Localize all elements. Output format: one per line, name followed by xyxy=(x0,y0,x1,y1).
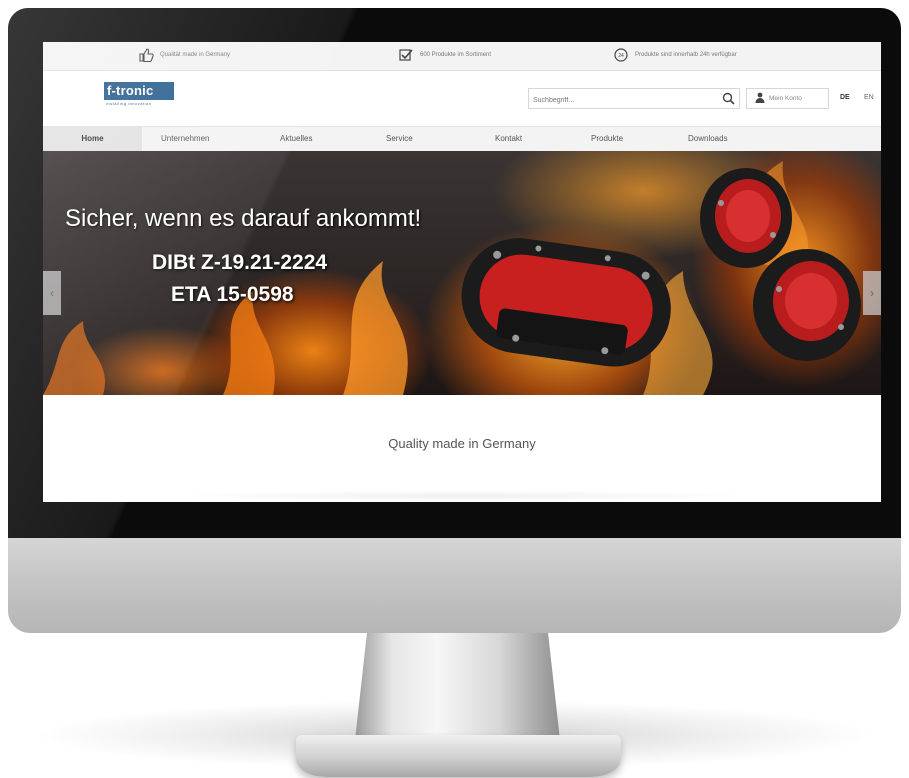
hero-slider: Sicher, wenn es darauf ankommt! DIBt Z-1… xyxy=(43,151,881,395)
nav-item-kontakt[interactable]: Kontakt xyxy=(495,134,522,143)
account-label: Mein Konto xyxy=(769,95,802,102)
nav-item-home[interactable]: Home xyxy=(43,127,142,153)
thumbs-up-icon xyxy=(138,47,154,63)
nav-item-unternehmen[interactable]: Unternehmen xyxy=(161,134,209,143)
usp-products: 600 Produkte im Sortiment xyxy=(398,47,491,63)
monitor-stand-base xyxy=(296,735,621,777)
round-electrical-box-top xyxy=(700,168,792,268)
hero-approval-eta: ETA 15-0598 xyxy=(171,283,294,306)
search-icon[interactable] xyxy=(722,92,735,110)
nav-item-produkte[interactable]: Produkte xyxy=(591,134,623,143)
hero-approval-dibt: DIBt Z-19.21-2224 xyxy=(152,251,328,274)
nav-item-service[interactable]: Service xyxy=(386,134,413,143)
search-box xyxy=(528,88,740,110)
user-icon xyxy=(755,92,765,105)
site-header: f-tronic installing innovation Mein Kont… xyxy=(43,71,881,126)
usp-bar: Qualität made in Germany 600 Produkte im… xyxy=(43,42,881,71)
account-button[interactable]: Mein Konto xyxy=(746,88,829,109)
search-input[interactable] xyxy=(529,91,722,110)
main-nav: Home Unternehmen Aktuelles Service Konta… xyxy=(43,126,881,154)
language-en[interactable]: EN xyxy=(864,94,874,101)
clock-24h-icon: 24 xyxy=(613,47,629,63)
svg-text:24: 24 xyxy=(618,53,624,59)
slider-prev-button[interactable]: ‹ xyxy=(43,271,61,315)
hero-headline: Sicher, wenn es darauf ankommt! xyxy=(65,205,422,232)
slider-next-button[interactable]: › xyxy=(863,271,881,315)
monitor-chin xyxy=(8,530,901,633)
language-de[interactable]: DE xyxy=(840,94,850,101)
chevron-left-icon: ‹ xyxy=(50,286,54,300)
usp-quality: Qualität made in Germany xyxy=(138,47,230,63)
section-fade xyxy=(163,490,763,502)
monitor-stand-neck xyxy=(355,630,560,740)
content-section: Quality made in Germany xyxy=(43,395,881,502)
nav-item-downloads[interactable]: Downloads xyxy=(688,134,728,143)
website-screen: Qualität made in Germany 600 Produkte im… xyxy=(43,42,881,502)
checkbox-icon xyxy=(398,47,414,63)
nav-item-aktuelles[interactable]: Aktuelles xyxy=(280,134,312,143)
quality-tagline: Quality made in Germany xyxy=(388,436,536,451)
double-electrical-box xyxy=(461,238,671,367)
chevron-right-icon: › xyxy=(870,286,874,300)
usp-availability: 24 Produkte sind innerhalb 24h verfügbar xyxy=(613,47,737,63)
monitor-frame: Qualität made in Germany 600 Produkte im… xyxy=(8,8,901,538)
logo-tagline: installing innovation xyxy=(106,101,152,106)
usp-availability-text: Produkte sind innerhalb 24h verfügbar xyxy=(635,52,737,58)
round-electrical-box-bottom xyxy=(753,249,861,361)
logo-text: f-tronic xyxy=(107,83,154,98)
brand-logo[interactable]: f-tronic xyxy=(104,82,174,100)
usp-quality-text: Qualität made in Germany xyxy=(160,52,231,58)
usp-products-text: 600 Produkte im Sortiment xyxy=(420,52,492,58)
